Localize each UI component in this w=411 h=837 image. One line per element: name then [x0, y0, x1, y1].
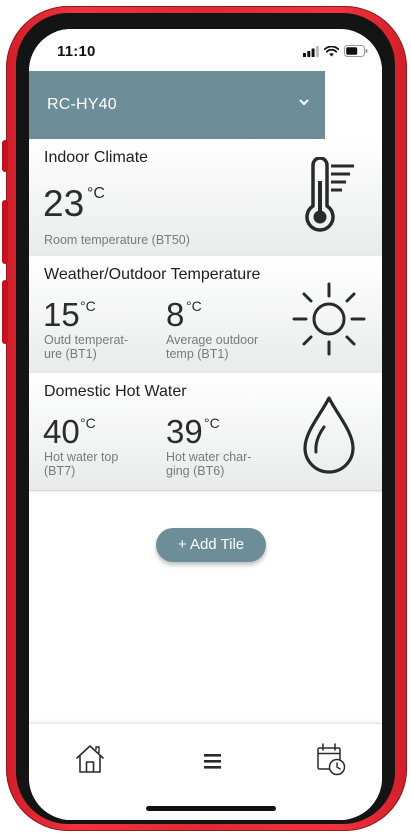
home-icon — [76, 745, 104, 773]
temperature-unit: °C — [80, 298, 96, 314]
sun-icon — [292, 282, 366, 356]
status-bar: 11:10 — [29, 29, 382, 75]
tile-indoor-climate[interactable]: Indoor Climate 23 °C Room temperature (B… — [29, 139, 382, 257]
temperature-unit: °C — [80, 415, 96, 431]
hot-water-charging-label-line1: Hot water char- — [166, 450, 252, 464]
temperature-unit: °C — [204, 415, 220, 431]
water-drop-icon — [303, 396, 355, 474]
temperature-unit: °C — [186, 298, 202, 314]
room-temperature-value: 23 — [43, 183, 85, 224]
side-button — [2, 280, 8, 344]
device-name: RC-HY40 — [47, 96, 117, 113]
hot-water-top-label-line2: (BT7) — [44, 464, 76, 478]
nav-schedule-button[interactable] — [311, 738, 351, 778]
wifi-icon — [324, 45, 339, 56]
outdoor-temperature-label-line2: ure (BT1) — [44, 347, 97, 361]
average-outdoor-temperature-value: 8 — [166, 296, 185, 333]
add-tile-button[interactable]: + Add Tile — [156, 528, 266, 562]
battery-icon — [344, 45, 368, 57]
tile-outdoor-temperature[interactable]: Weather/Outdoor Temperature 15 °C Outd t… — [29, 256, 382, 374]
app-screen: 11:10 RC-HY40 Indoor Climate 23 °C Room … — [29, 29, 382, 820]
device-selector-dropdown[interactable]: RC-HY40 — [29, 71, 325, 139]
temperature-unit: °C — [87, 185, 105, 202]
tile-title: Domestic Hot Water — [44, 383, 187, 400]
nav-home-button[interactable] — [70, 738, 110, 778]
hot-water-charging-label-line2: ging (BT6) — [166, 464, 225, 478]
room-temperature-label: Room temperature (BT50) — [44, 233, 190, 247]
tile-title: Weather/Outdoor Temperature — [44, 266, 261, 283]
menu-icon — [204, 754, 221, 769]
average-outdoor-label-line2: temp (BT1) — [166, 347, 229, 361]
chevron-down-icon — [299, 99, 309, 105]
hot-water-top-value: 40 — [43, 413, 80, 450]
status-time: 11:10 — [57, 43, 96, 60]
thermometer-icon — [305, 157, 354, 232]
side-button — [2, 200, 8, 264]
side-button — [2, 140, 8, 172]
outdoor-temperature-label-line1: Outd temperat- — [44, 333, 129, 347]
tile-domestic-hot-water[interactable]: Domestic Hot Water 40 °C Hot water top (… — [29, 373, 382, 491]
calendar-clock-icon — [317, 743, 346, 776]
home-indicator[interactable] — [146, 806, 276, 811]
tile-title: Indoor Climate — [44, 149, 149, 166]
average-outdoor-label-line1: Average outdoor — [166, 333, 259, 347]
hot-water-charging-value: 39 — [166, 413, 203, 450]
hot-water-top-label-line1: Hot water top — [44, 450, 119, 464]
status-icons — [303, 45, 368, 57]
signal-icon — [303, 45, 319, 57]
outdoor-temperature-value: 15 — [43, 296, 80, 333]
nav-menu-button[interactable] — [192, 738, 232, 778]
